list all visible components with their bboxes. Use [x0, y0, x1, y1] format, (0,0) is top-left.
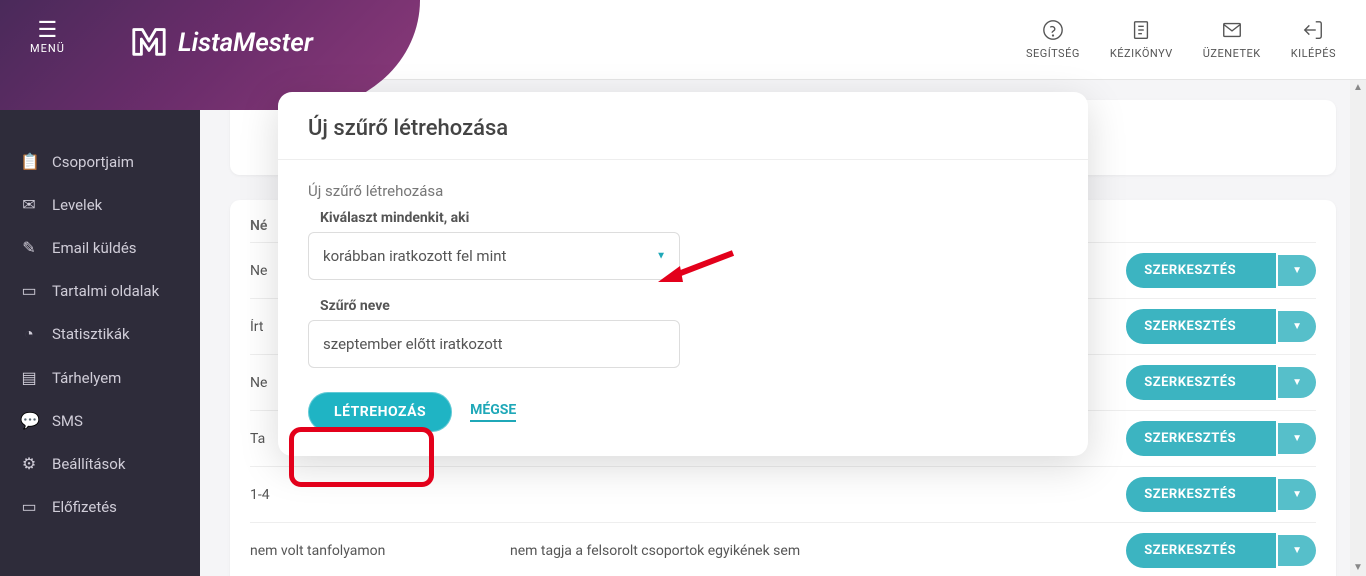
name-label: Szűrő neve	[320, 298, 1058, 314]
sidebar-item-storage[interactable]: ▤ Tárhelyem	[0, 356, 200, 399]
chevron-down-icon[interactable]: ▼	[1278, 311, 1316, 342]
caret-down-icon: ▼	[656, 251, 666, 262]
book-icon: ▭	[20, 281, 38, 300]
chevron-down-icon[interactable]: ▼	[1278, 479, 1316, 510]
sidebar-item-label: Email küldés	[52, 239, 137, 257]
logout-icon	[1291, 19, 1336, 47]
storage-icon: ▤	[20, 368, 38, 387]
card-icon: ▭	[20, 497, 38, 516]
help-link[interactable]: SEGÍTSÉG	[1026, 19, 1080, 60]
sidebar: 📋 Csoportjaim ✉ Levelek ✎ Email küldés ▭ Tar…	[0, 110, 200, 576]
chevron-down-icon[interactable]: ▼	[1278, 367, 1316, 398]
sidebar-item-send[interactable]: ✎ Email küldés	[0, 226, 200, 269]
edit-icon: ✎	[20, 238, 38, 257]
help-icon	[1026, 19, 1080, 47]
messages-icon	[1203, 19, 1261, 47]
edit-button[interactable]: SZERKESZTÉS▼	[1126, 421, 1316, 456]
modal-footer: LÉTREHOZÁS MÉGSE	[278, 376, 1088, 456]
gear-icon: ⚙	[20, 454, 38, 473]
modal-body: Új szűrő létrehozása Kiválaszt mindenkit…	[278, 160, 1088, 376]
logo-icon	[130, 22, 168, 64]
clipboard-icon: 📋	[20, 152, 38, 171]
sidebar-item-label: Csoportjaim	[52, 153, 134, 171]
edit-button[interactable]: SZERKESZTÉS▼	[1126, 253, 1316, 288]
sidebar-item-label: Tárhelyem	[52, 369, 121, 387]
edit-button[interactable]: SZERKESZTÉS▼	[1126, 477, 1316, 512]
chevron-down-icon[interactable]: ▼	[1278, 535, 1316, 566]
manual-link[interactable]: KÉZIKÖNYV	[1110, 19, 1173, 60]
chart-icon: ◔	[20, 324, 38, 344]
sidebar-item-stats[interactable]: ◔ Statisztikák	[0, 312, 200, 356]
filter-name-input[interactable]	[308, 320, 680, 368]
create-button[interactable]: LÉTREHOZÁS	[308, 392, 452, 432]
hamburger-icon: ☰	[30, 20, 65, 42]
sidebar-item-label: Statisztikák	[52, 325, 130, 343]
chevron-down-icon[interactable]: ▼	[1278, 255, 1316, 286]
modal-title: Új szűrő létrehozása	[308, 116, 1058, 141]
chevron-down-icon[interactable]: ▼	[1278, 423, 1316, 454]
table-row: nem volt tanfolyamonnem tagja a felsorol…	[250, 522, 1316, 576]
select-value: korábban iratkozott fel mint	[308, 232, 680, 280]
messages-link[interactable]: ÜZENETEK	[1203, 19, 1261, 60]
logout-link[interactable]: KILÉPÉS	[1291, 19, 1336, 60]
scroll-down-icon[interactable]: ▼	[1350, 560, 1366, 576]
select-label: Kiválaszt mindenkit, aki	[320, 210, 1058, 226]
header-actions: SEGÍTSÉG KÉZIKÖNYV ÜZENETEK KILÉPÉS	[1026, 19, 1366, 60]
sidebar-item-label: Előfizetés	[52, 498, 117, 516]
create-filter-modal: Új szűrő létrehozása Új szűrő létrehozás…	[278, 92, 1088, 456]
sidebar-item-subscription[interactable]: ▭ Előfizetés	[0, 485, 200, 528]
sidebar-item-pages[interactable]: ▭ Tartalmi oldalak	[0, 269, 200, 312]
sidebar-item-settings[interactable]: ⚙ Beállítások	[0, 442, 200, 485]
mail-icon: ✉	[20, 195, 38, 214]
scrollbar[interactable]: ▲ ▼	[1350, 80, 1366, 576]
logo-text: ListaMester	[178, 28, 313, 58]
logo[interactable]: ListaMester	[130, 22, 313, 64]
sidebar-item-label: Beállítások	[52, 455, 125, 473]
sidebar-item-letters[interactable]: ✉ Levelek	[0, 183, 200, 226]
scroll-up-icon[interactable]: ▲	[1350, 80, 1366, 96]
modal-header: Új szűrő létrehozása	[278, 92, 1088, 160]
sidebar-item-label: Levelek	[52, 196, 102, 214]
menu-toggle[interactable]: ☰ MENÜ	[30, 20, 65, 55]
sidebar-item-label: SMS	[52, 412, 83, 430]
cancel-button[interactable]: MÉGSE	[470, 402, 516, 422]
manual-icon	[1110, 19, 1173, 47]
sidebar-item-sms[interactable]: 💬 SMS	[0, 399, 200, 442]
sidebar-item-label: Tartalmi oldalak	[52, 282, 159, 300]
edit-button[interactable]: SZERKESZTÉS▼	[1126, 533, 1316, 568]
modal-subtitle: Új szűrő létrehozása	[308, 182, 1058, 200]
filter-type-select[interactable]: korábban iratkozott fel mint ▼	[308, 232, 680, 280]
sms-icon: 💬	[20, 411, 38, 430]
edit-button[interactable]: SZERKESZTÉS▼	[1126, 365, 1316, 400]
sidebar-item-groups[interactable]: 📋 Csoportjaim	[0, 140, 200, 183]
edit-button[interactable]: SZERKESZTÉS▼	[1126, 309, 1316, 344]
table-row: 1-4SZERKESZTÉS▼	[250, 466, 1316, 522]
